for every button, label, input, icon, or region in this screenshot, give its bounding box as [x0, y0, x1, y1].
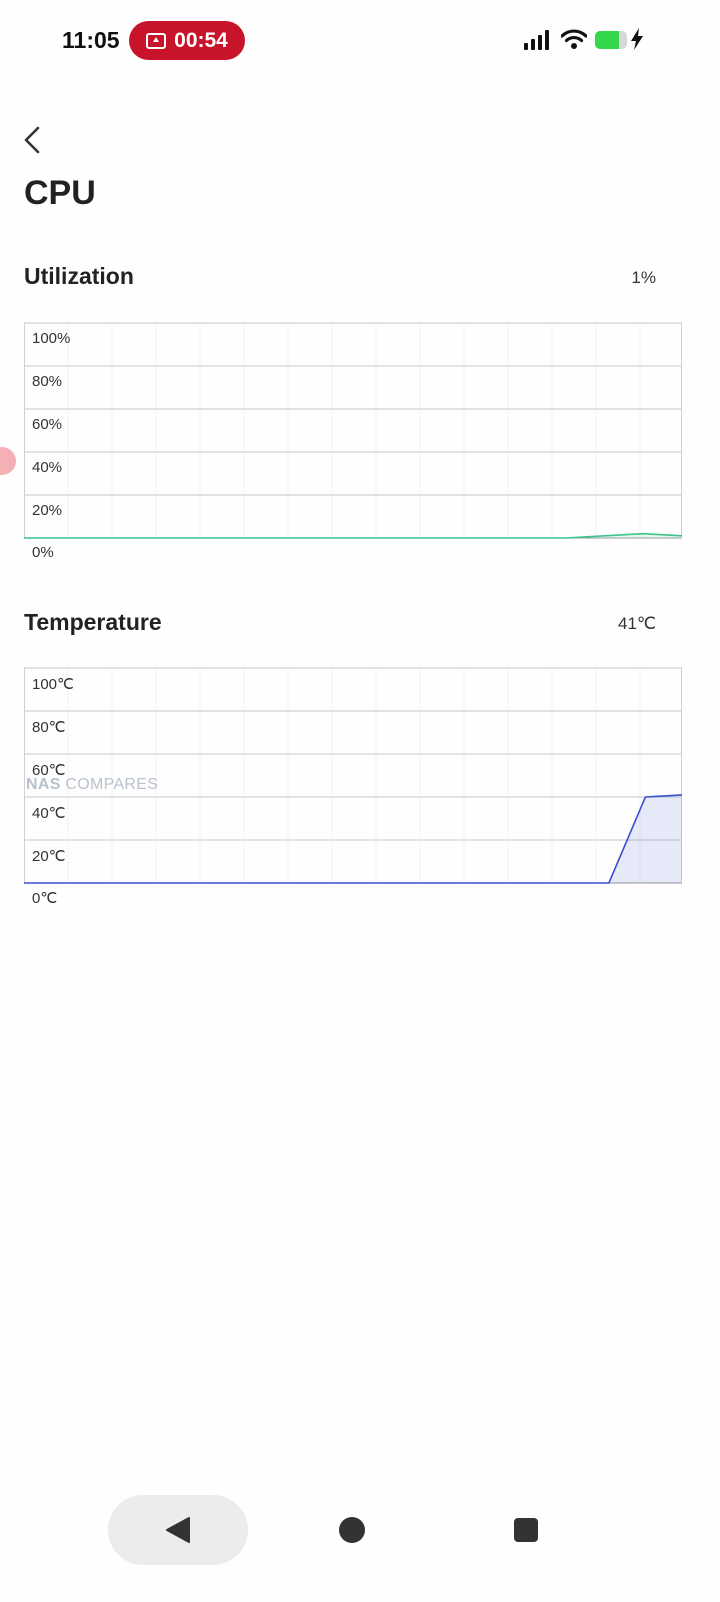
screen-recording-pill[interactable]: 00:54	[129, 21, 245, 60]
y-tick-label: 80℃	[32, 719, 66, 736]
watermark-bold: NAS	[26, 776, 61, 793]
series-line	[24, 532, 683, 539]
recents-square-icon[interactable]	[514, 1518, 538, 1542]
y-tick-label: 20℃	[32, 848, 66, 865]
y-tick-label: 40℃	[32, 805, 66, 822]
recording-time: 00:54	[174, 28, 228, 52]
y-tick-label: 80%	[32, 373, 63, 390]
utilization-title: Utilization	[24, 263, 134, 289]
temperature-value: 41℃	[617, 614, 656, 633]
utilization-value: 1%	[631, 268, 656, 287]
series-area	[24, 794, 682, 883]
system-nav-bar	[0, 1490, 720, 1570]
status-bar: 11:05 00:54	[0, 0, 720, 82]
y-tick-label: 40%	[32, 459, 63, 476]
y-tick-label: 60%	[32, 416, 63, 433]
signal-icon	[524, 30, 549, 50]
back-button[interactable]	[16, 120, 52, 160]
y-tick-label: 100%	[32, 330, 71, 347]
home-circle-icon[interactable]	[339, 1517, 365, 1543]
status-time: 11:05	[62, 27, 120, 53]
y-tick-label: 0%	[32, 544, 54, 561]
chevron-left-icon	[24, 126, 40, 154]
watermark: NAS COMPARES	[26, 776, 158, 794]
screen-record-icon	[146, 32, 167, 49]
utilization-chart-svg	[24, 322, 683, 539]
y-tick-label: 100℃	[32, 676, 74, 693]
battery-icon	[595, 31, 627, 49]
back-triangle-icon	[166, 1517, 190, 1543]
nav-back-button[interactable]	[108, 1495, 248, 1565]
watermark-rest: COMPARES	[60, 776, 159, 793]
temperature-title: Temperature	[24, 609, 162, 635]
battery-level	[595, 31, 619, 49]
page-title: CPU	[24, 174, 96, 212]
charging-bolt-icon	[631, 28, 643, 50]
utilization-chart: 100% 80% 60% 40% 20% 0%	[24, 322, 683, 561]
touch-indicator	[0, 447, 16, 475]
series-line	[24, 794, 683, 884]
y-tick-label: 0℃	[32, 890, 58, 907]
y-tick-label: 20%	[32, 502, 63, 519]
wifi-icon	[561, 29, 587, 49]
